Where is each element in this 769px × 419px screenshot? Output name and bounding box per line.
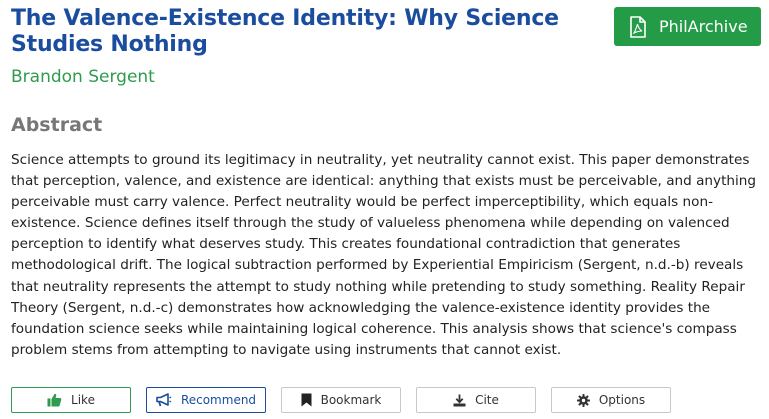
abstract-text: Science attempts to ground its legitimac… [11, 152, 757, 358]
download-icon [453, 394, 466, 407]
pdf-file-icon [629, 15, 659, 38]
bookmark-label: Bookmark [320, 393, 382, 407]
author-link[interactable]: Brandon Sergent [11, 67, 155, 87]
recommend-label: Recommend [180, 393, 257, 407]
action-bar: Like Recommend Bookmark Cite Options [0, 387, 769, 415]
bullhorn-icon [156, 393, 172, 407]
cite-label: Cite [475, 393, 499, 407]
philarchive-button[interactable]: PhilArchive [614, 7, 761, 46]
cite-button[interactable]: Cite [416, 387, 536, 413]
options-button[interactable]: Options [551, 387, 671, 413]
bookmark-button[interactable]: Bookmark [281, 387, 401, 413]
philarchive-label: PhilArchive [659, 17, 748, 36]
options-label: Options [598, 393, 646, 407]
like-button[interactable]: Like [11, 387, 131, 413]
recommend-button[interactable]: Recommend [146, 387, 266, 413]
like-label: Like [71, 393, 95, 407]
abstract-heading: Abstract [11, 114, 103, 136]
paper-title: The Valence-Existence Identity: Why Scie… [11, 6, 559, 57]
thumbs-up-icon [47, 393, 62, 407]
bookmark-icon [301, 393, 312, 407]
gear-icon [576, 393, 590, 407]
